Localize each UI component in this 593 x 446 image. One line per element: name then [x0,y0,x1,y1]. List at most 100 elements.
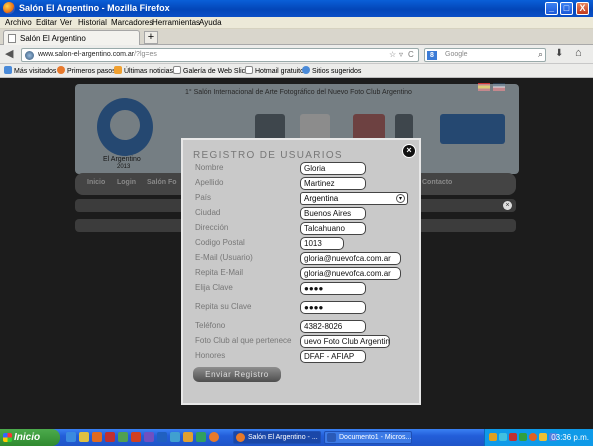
registration-modal: REGISTRO DE USUARIOS × Nombre Gloria Ape… [181,138,421,405]
title-bar: Salón El Argentino - Mozilla Firefox _ □… [0,0,593,17]
firefox-icon[interactable] [209,432,219,442]
quicklaunch-icon[interactable] [118,432,128,442]
menu-marcadores[interactable]: Marcadores [111,18,153,27]
honores-input[interactable]: DFAF - AFIAP [300,350,366,363]
bookmark-sitios-sugeridos[interactable]: Sitios sugeridos [302,66,361,75]
field-label: País [195,193,212,202]
field-label: E-Mail (Usuario) [195,253,253,262]
bookmark-mas-visitados[interactable]: Más visitados [4,66,56,75]
site-name: El Argentino [103,156,141,163]
nav-inicio[interactable]: Inicio [87,179,105,186]
quicklaunch-icon[interactable] [170,432,180,442]
firefox-icon [57,66,65,74]
clave-input[interactable]: ●●●● [300,282,366,295]
bookmark-ultimas-noticias[interactable]: Últimas noticias [114,66,173,75]
pais-selected: Argentina [304,194,339,203]
home-icon[interactable]: ⌂ [575,47,582,59]
menu-ayuda[interactable]: Ayuda [199,18,222,27]
url-path: /?lg=es [134,51,157,58]
tray-icon[interactable] [519,433,527,441]
quicklaunch-icon[interactable] [157,432,167,442]
banner-title: 1° Salón Internacional de Arte Fotográfi… [185,89,412,96]
nav-login[interactable]: Login [117,179,136,186]
menu-historial[interactable]: Historial [78,18,107,27]
back-arrow-icon[interactable]: ◀ [5,48,19,61]
site-logo [97,98,153,156]
rss-icon [114,66,122,74]
bookmark-primeros-pasos[interactable]: Primeros pasos [57,66,116,75]
url-bar[interactable]: www.salon-el-argentino.com.ar/?lg=es ☆ ▿… [21,48,419,62]
foto-club-input[interactable]: uevo Foto Club Argentino [300,335,390,348]
menu-archivo[interactable]: Archivo [5,18,32,27]
tray-icon[interactable] [499,433,507,441]
repita-clave-input[interactable]: ●●●● [300,301,366,314]
new-tab-button[interactable]: + [144,31,158,44]
menu-ver[interactable]: Ver [60,18,72,27]
task-firefox[interactable]: Salón El Argentino - ... [233,431,321,444]
direccion-input[interactable]: Talcahuano [300,222,366,235]
close-icon[interactable]: × [503,201,512,210]
menu-bar: Archivo Editar Ver Historial Marcadores … [0,17,593,29]
field-label: Foto Club al que pertenece [195,336,292,345]
magnifier-icon[interactable]: ⌕ [538,49,543,60]
bookmark-folder-icon [4,66,12,74]
reload-icon[interactable]: C [408,50,414,59]
pais-select[interactable]: Argentina ▾ [300,192,408,205]
tray-icon[interactable] [489,433,497,441]
close-window-button[interactable]: X [576,2,589,15]
field-label: Apellido [195,178,224,187]
firefox-icon [236,433,245,442]
dropdown-arrow-icon[interactable]: ▿ [399,50,403,59]
task-word[interactable]: Documento1 - Micros... [324,431,412,444]
web-page: 1° Salón Internacional de Arte Fotográfi… [0,78,593,429]
bookmark-galeria-web-slice[interactable]: Galería de Web Slice [173,66,249,75]
quicklaunch-icon[interactable] [105,432,115,442]
start-button[interactable]: Inicio [0,429,60,446]
bookmark-star-icon[interactable]: ☆ [389,50,396,59]
telefono-input[interactable]: 4382-8026 [300,320,366,333]
site-year: 2013 [117,164,131,170]
close-modal-button[interactable]: × [402,144,416,158]
nav-salon[interactable]: Salón Fo [147,179,177,186]
quicklaunch-icon[interactable] [92,432,102,442]
email-input[interactable]: gloria@nuevofca.com.ar [300,252,401,265]
nav-contacto[interactable]: Contacto [422,179,452,186]
field-label: Nombre [195,163,224,172]
tray-icon[interactable] [509,433,517,441]
quicklaunch-icon[interactable] [131,432,141,442]
quicklaunch-icon[interactable] [66,432,76,442]
field-label: Teléfono [195,321,226,330]
ciudad-input[interactable]: Buenos Aires [300,207,366,220]
tray-icon[interactable] [529,433,537,441]
clock: 03:36 p.m. [551,433,589,442]
maximize-button[interactable]: □ [560,2,573,15]
quicklaunch-icon[interactable] [183,432,193,442]
submit-registration-button[interactable]: Enviar Registro [193,367,281,382]
minimize-button[interactable]: _ [545,2,558,15]
quicklaunch-icon[interactable] [196,432,206,442]
field-label: Repita E-Mail [195,268,244,277]
tab-bar: Salón El Argentino + [0,29,593,45]
codigo-postal-input[interactable]: 1013 [300,237,344,250]
page-icon [8,34,16,43]
search-placeholder: Google [445,51,468,58]
quicklaunch-icon[interactable] [144,432,154,442]
field-label: Ciudad [195,208,221,217]
field-label: Codigo Postal [195,238,245,247]
quicklaunch-icon[interactable] [79,432,89,442]
tray-icon[interactable] [539,433,547,441]
repita-email-input[interactable]: gloria@nuevofca.com.ar [300,267,401,280]
search-engine-icon[interactable]: 8 [427,51,437,60]
bookmark-hotmail[interactable]: Hotmail gratuito [245,66,304,75]
nombre-input[interactable]: Gloria [300,162,366,175]
field-label: Repita su Clave [195,302,252,311]
apellido-input[interactable]: Martinez [300,177,366,190]
search-box[interactable]: 8 Google ⌕ [424,48,546,62]
word-icon [327,433,336,442]
menu-herramientas[interactable]: Herramientas [152,18,200,27]
navigation-bar: ◀ www.salon-el-argentino.com.ar/?lg=es ☆… [0,45,593,64]
menu-editar[interactable]: Editar [36,18,57,27]
download-icon[interactable]: ⬇ [555,48,563,59]
tab-salon[interactable]: Salón El Argentino [3,30,140,45]
tab-label: Salón El Argentino [20,34,86,43]
